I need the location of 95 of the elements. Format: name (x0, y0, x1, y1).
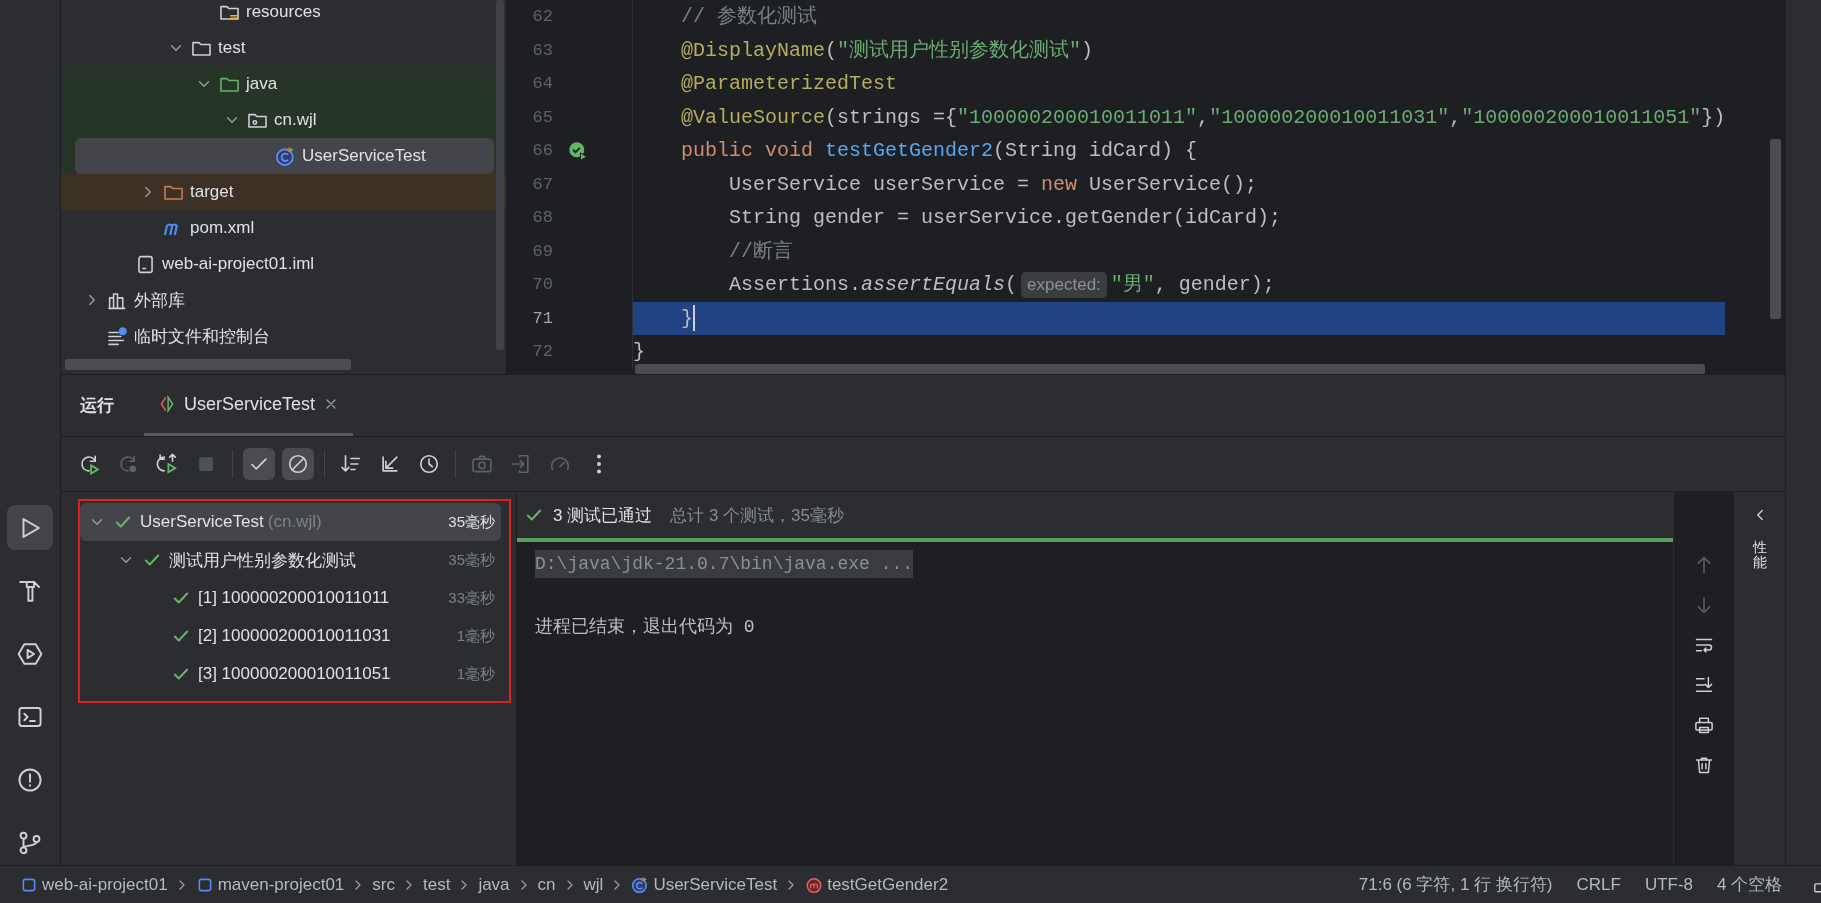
console-line: 进程已结束，退出代码为 0 (535, 616, 756, 638)
test-run-icon (158, 395, 176, 413)
line-number: 69 (531, 241, 553, 261)
test-name[interactable]: [2] 100000200010011031 (198, 626, 391, 646)
scratches-icon (107, 325, 128, 347)
line-number: 63 (531, 40, 553, 60)
package-name: (cn.wjl) (267, 512, 322, 532)
test-summary: 总计 3 个测试，35毫秒 (670, 504, 844, 527)
class-icon (275, 145, 296, 167)
test-name[interactable]: [1] 100000200010011011 (198, 588, 390, 608)
side-tab-label[interactable]: 性能 (1752, 540, 1767, 571)
text-cursor (693, 305, 695, 332)
tree-item-label[interactable]: 外部库 (134, 288, 185, 312)
toolbar-button[interactable] (282, 448, 314, 480)
line-number: 70 (531, 275, 553, 295)
tree-item-label[interactable]: java (246, 74, 278, 94)
tree-item-label[interactable]: resources (246, 2, 321, 22)
status-item[interactable]: CRLF (1576, 874, 1621, 895)
code-line: String gender = userService.getGender(idCard); (728, 205, 1283, 231)
code-line: @ParameterizedTest (680, 71, 899, 97)
services-icon (17, 640, 43, 667)
status-item[interactable]: 71:6 (6 字符, 1 行 换行符) (1358, 873, 1553, 896)
breadcrumb[interactable]: maven-project01 (195, 874, 345, 895)
scrollbar[interactable] (1770, 139, 1782, 319)
print-icon (1693, 715, 1714, 735)
parameter-hint: expected: (1021, 271, 1107, 298)
ignored-icon (287, 453, 309, 475)
test-duration: 35毫秒 (448, 550, 495, 570)
breadcrumb[interactable]: testGetGender2 (805, 874, 949, 895)
test-name[interactable]: UserServiceTest (140, 512, 264, 532)
status-item[interactable]: UTF-8 (1644, 874, 1694, 895)
history-icon (418, 453, 440, 475)
scrollbar[interactable] (496, 0, 504, 350)
tool-window-button[interactable] (7, 505, 53, 550)
line-number: 71 (531, 308, 553, 328)
test-duration: 35毫秒 (448, 512, 495, 532)
line-number: 64 (531, 74, 553, 94)
line-number: 62 (531, 7, 553, 27)
problems-icon (17, 766, 43, 793)
tree-item-label[interactable]: cn.wjl (274, 110, 317, 130)
breadcrumb[interactable]: wjl (583, 874, 604, 895)
tree-item-label[interactable]: UserServiceTest (302, 146, 426, 166)
class-icon (631, 875, 650, 894)
tree-item-label[interactable]: pom.xml (190, 218, 255, 238)
test-duration: 33毫秒 (448, 588, 495, 608)
line-number: 72 (531, 342, 553, 362)
test-duration: 1毫秒 (456, 664, 495, 684)
import-icon (510, 453, 532, 475)
breadcrumb[interactable]: java (478, 874, 510, 895)
trash-icon (1693, 755, 1714, 775)
toolbar-button[interactable] (243, 448, 275, 480)
rerun-failed-icon (117, 453, 139, 475)
scroll-to-end-icon (1693, 675, 1714, 695)
camera-icon (471, 453, 493, 475)
breadcrumb[interactable]: web-ai-project01 (20, 874, 168, 895)
run-tab[interactable]: UserServiceTest (144, 375, 354, 436)
status-item[interactable]: 4 个空格 (1717, 873, 1783, 896)
breadcrumb[interactable]: UserServiceTest (631, 874, 778, 895)
scrollbar[interactable] (635, 364, 1705, 374)
tree-item-label[interactable]: target (190, 182, 234, 202)
breadcrumb[interactable]: test (423, 874, 451, 895)
code-line: //断言 (728, 238, 795, 265)
code-line: @DisplayName("测试用户性别参数化测试") (680, 37, 1095, 64)
selected-test-row[interactable]: UserServiceTest (cn.wjl) 35毫秒 (80, 503, 501, 541)
test-name[interactable]: 测试用户性别参数化测试 (169, 548, 356, 572)
tree-item-label[interactable]: 临时文件和控制台 (134, 324, 270, 348)
code-line: @ValueSource(strings ={"100000200010011011","100000200010011031","100000200010011051"}) (680, 104, 1726, 131)
rerun-icon (78, 453, 100, 475)
sort-icon (340, 453, 362, 475)
breadcrumb[interactable]: src (372, 874, 395, 895)
code-line: UserService userService = new UserService(); (728, 171, 1259, 198)
code-line: public void testGetGender2(String idCard) { (680, 138, 1199, 164)
selected-tree-item[interactable]: UserServiceTest (75, 138, 494, 174)
code-line: Assertions.assertEquals( expected: "男", gender); (728, 270, 1276, 300)
code-line: } (633, 339, 646, 365)
test-name[interactable]: [3] 100000200010011051 (198, 664, 391, 684)
file-icon (135, 253, 156, 275)
tree-item-label[interactable]: web-ai-project01.iml (162, 254, 315, 274)
method-icon (805, 875, 824, 894)
test-status: 3 测试已通过 (553, 504, 653, 527)
line-number: 68 (531, 208, 553, 228)
auto-rerun-icon (156, 453, 178, 475)
line-number: 67 (531, 174, 553, 194)
collapse-icon (379, 453, 401, 475)
run-test-icon[interactable] (568, 140, 588, 161)
more-icon (596, 453, 602, 475)
code-line: // 参数化测试 (680, 4, 818, 30)
breadcrumb[interactable]: cn (537, 874, 556, 895)
test-duration: 1毫秒 (456, 626, 495, 646)
line-number: 66 (531, 141, 553, 161)
git-branch-icon (17, 829, 43, 856)
tree-item-label[interactable]: test (218, 38, 246, 58)
scrollbar[interactable] (65, 359, 351, 370)
panel-title: 运行 (80, 395, 114, 417)
line-number: 65 (531, 107, 553, 127)
